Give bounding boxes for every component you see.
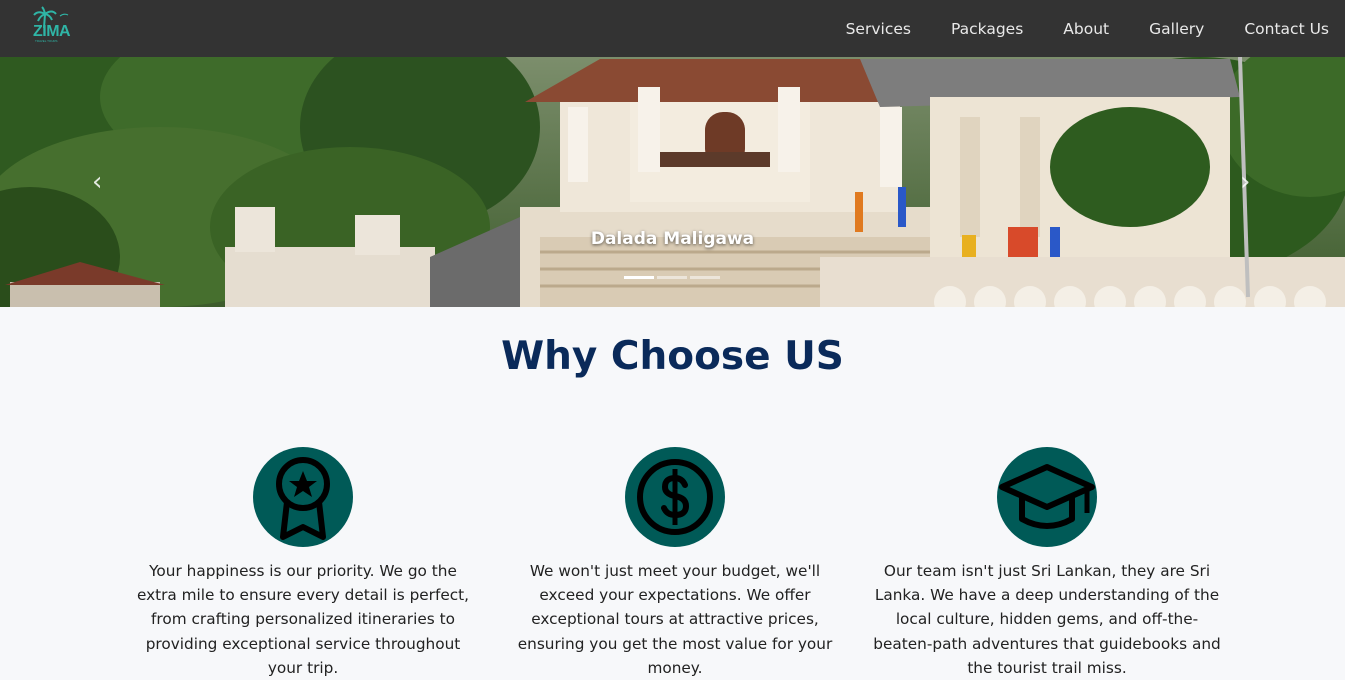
carousel-next-button[interactable]: › <box>1240 167 1250 197</box>
feature-text: Your happiness is our priority. We go th… <box>136 562 470 677</box>
hero-slide-image <box>0 57 1345 307</box>
graduation-cap-icon <box>997 447 1097 547</box>
feature-local-expertise: Our team isn't just Sri Lankan, they are… <box>872 447 1222 680</box>
feature-text: We won't just meet your budget, we'll ex… <box>517 562 833 677</box>
section-title: Why Choose US <box>501 334 844 379</box>
nav-links: Services Packages About Gallery Contact … <box>846 0 1345 57</box>
logo-subtitle: TRAVEL TOURS <box>35 39 58 43</box>
carousel-indicator-3[interactable] <box>690 276 720 279</box>
nav-link-contact[interactable]: Contact Us <box>1244 20 1329 38</box>
hero-carousel[interactable]: ‹ › Dalada Maligawa <box>0 57 1345 307</box>
feature-value: We won't just meet your budget, we'll ex… <box>500 447 850 680</box>
carousel-indicators <box>624 276 723 279</box>
carousel-caption: Dalada Maligawa <box>590 229 755 249</box>
carousel-indicator-1[interactable] <box>624 276 654 279</box>
award-badge-icon <box>253 447 353 547</box>
nav-link-about[interactable]: About <box>1063 20 1109 38</box>
nav-link-gallery[interactable]: Gallery <box>1149 20 1204 38</box>
feature-satisfaction: Your happiness is our priority. We go th… <box>128 447 478 680</box>
nav-link-services[interactable]: Services <box>846 20 911 38</box>
carousel-indicator-2[interactable] <box>657 276 687 279</box>
feature-text: Our team isn't just Sri Lankan, they are… <box>873 562 1221 677</box>
carousel-prev-button[interactable]: ‹ <box>92 167 102 197</box>
logo[interactable]: ZIMA TRAVEL TOURS <box>30 6 78 46</box>
nav-link-packages[interactable]: Packages <box>951 20 1023 38</box>
dollar-coin-icon <box>625 447 725 547</box>
navbar: ZIMA TRAVEL TOURS Services Packages Abou… <box>0 0 1345 57</box>
